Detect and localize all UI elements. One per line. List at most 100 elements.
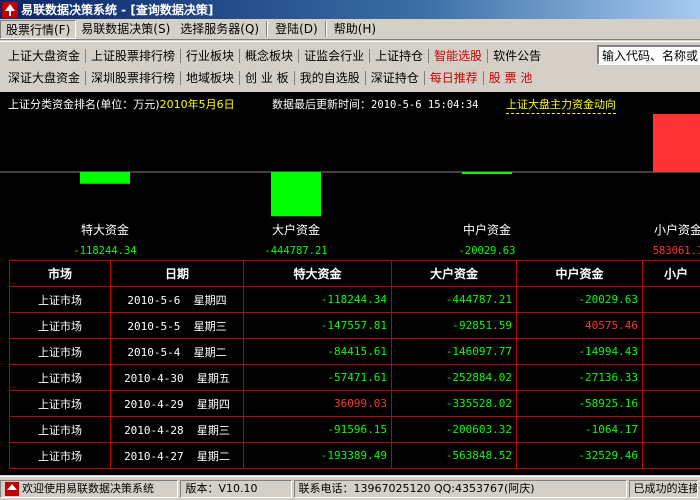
- table-row[interactable]: 上证市场 2010-5-5 星期三 -147557.81 -92851.59 40575…: [9, 312, 700, 339]
- toolbar-row1-button-6[interactable]: 智能选股: [430, 46, 486, 66]
- cell-date: 2010-4-28 星期三: [110, 416, 244, 443]
- cell-market: 上证市场: [9, 312, 111, 339]
- cell-value: -147557.81: [243, 312, 392, 339]
- toolbar-row1-button-4[interactable]: 证监会行业: [300, 46, 368, 66]
- menu-data-decision[interactable]: 易联数据决策(S): [76, 20, 175, 39]
- cell-value: -84415.61: [243, 338, 392, 365]
- toolbar-row2-button-3[interactable]: 创 业 板: [241, 68, 293, 88]
- toolbar-separator: [364, 71, 366, 85]
- chart-bar-1: [271, 172, 321, 217]
- table-header: 市场 日期 特大资金 大户资金 中户资金 小户: [9, 260, 700, 287]
- toolbar-row1-button-0[interactable]: 上证大盘资金: [4, 46, 84, 66]
- menu-help[interactable]: 帮助(H): [329, 20, 381, 39]
- chart-bar-0: [80, 172, 130, 184]
- col-date[interactable]: 日期: [110, 260, 244, 287]
- fund-table: 市场 日期 特大资金 大户资金 中户资金 小户 上证市场 2010-5-6 星期四…: [9, 260, 700, 469]
- table-row[interactable]: 上证市场 2010-4-29 星期四 36099.03 -335528.02 -5892…: [9, 390, 700, 417]
- fund-flow-chart: 特大资金 -118244.34 大户资金 -444787.21 中户资金 -20029.6…: [0, 114, 700, 257]
- cell-date: 2010-5-4 星期二: [110, 338, 244, 365]
- toolbar-separator: [85, 49, 87, 63]
- col-market[interactable]: 市场: [9, 260, 111, 287]
- toolbar-row2-button-0[interactable]: 深证大盘资金: [4, 68, 84, 88]
- toolbar-row2-button-4[interactable]: 我的自选股: [296, 68, 364, 88]
- cell-value: [642, 416, 700, 443]
- chart-value-label: -118244.34: [73, 245, 136, 257]
- toolbar-separator: [239, 49, 241, 63]
- cell-value: [642, 364, 700, 391]
- chart-bar-2: [462, 172, 512, 174]
- status-connection: 已成功的连接: [628, 479, 698, 498]
- toolbar-row1-button-3[interactable]: 概念板块: [241, 46, 297, 66]
- table-row[interactable]: 上证市场 2010-4-27 星期二 -193389.49 -563848.52 -32…: [9, 442, 700, 469]
- toolbar: 上证大盘资金 上证股票排行榜 行业板块 概念板块 证监会行业 上证持仓 智能选股 软件公告 深…: [0, 41, 700, 91]
- update-time: 2010-5-6 15:04:34: [371, 99, 479, 111]
- cell-value: -563848.52: [391, 442, 517, 469]
- status-bar: 欢迎使用易联数据决策系统 版本：V10.10 联系电话：13967025120 …: [0, 476, 700, 500]
- cell-market: 上证市场: [9, 390, 111, 417]
- toolbar-separator: [293, 71, 295, 85]
- cell-value: -118244.34: [243, 286, 392, 313]
- cell-date: 2010-5-5 星期三: [110, 312, 244, 339]
- cell-market: 上证市场: [9, 416, 111, 443]
- toolbar-row2-button-1[interactable]: 深圳股票排行榜: [87, 68, 179, 88]
- chart-category-label: 中户资金: [463, 222, 511, 237]
- cell-market: 上证市场: [9, 442, 111, 469]
- table-row[interactable]: 上证市场 2010-5-4 星期二 -84415.61 -146097.77 -1499…: [9, 338, 700, 365]
- cell-value: [642, 338, 700, 365]
- toolbar-row-1: 上证大盘资金 上证股票排行榜 行业板块 概念板块 证监会行业 上证持仓 智能选股 软件公告: [4, 45, 545, 67]
- cell-value: -14994.43: [516, 338, 643, 365]
- cell-market: 上证市场: [9, 286, 111, 313]
- data-panel: 特大资金 -118244.34 大户资金 -444787.21 中户资金 -20029.6…: [0, 92, 700, 475]
- chart-category-label: 特大资金: [81, 222, 129, 237]
- cell-value: -200603.32: [391, 416, 517, 443]
- cell-date: 2010-4-27 星期二: [110, 442, 244, 469]
- toolbar-row2-button-5[interactable]: 深证持仓: [367, 68, 423, 88]
- toolbar-row1-button-1[interactable]: 上证股票排行榜: [87, 46, 179, 66]
- ranking-label: 上证分类资金排名(单位：万元): [8, 98, 160, 111]
- toolbar-row2-button-2[interactable]: 地域板块: [182, 68, 238, 88]
- toolbar-row1-button-5[interactable]: 上证持仓: [371, 46, 427, 66]
- col-large[interactable]: 大户资金: [391, 260, 517, 287]
- main-fund-trend-link[interactable]: 上证大盘主力资金动向: [506, 96, 616, 114]
- menu-select-server[interactable]: 选择服务器(Q): [175, 20, 264, 39]
- menu-stock-quotes[interactable]: 股票行情(F): [0, 19, 77, 39]
- cell-market: 上证市场: [9, 338, 111, 365]
- toolbar-row2-button-6[interactable]: 每日推荐: [426, 68, 482, 88]
- toolbar-separator: [239, 71, 241, 85]
- table-row[interactable]: 上证市场 2010-5-6 星期四 -118244.34 -444787.21 -200…: [9, 286, 700, 313]
- toolbar-row1-button-2[interactable]: 行业板块: [182, 46, 238, 66]
- toolbar-separator: [369, 49, 371, 63]
- col-super-large[interactable]: 特大资金: [243, 260, 392, 287]
- cell-value: -1064.17: [516, 416, 643, 443]
- col-medium[interactable]: 中户资金: [516, 260, 643, 287]
- toolbar-separator: [487, 49, 489, 63]
- cell-value: 36099.03: [243, 390, 392, 417]
- chart-category-label: 大户资金: [272, 222, 320, 237]
- cell-value: [642, 312, 700, 339]
- cell-value: -91596.15: [243, 416, 392, 443]
- toolbar-separator: [85, 71, 87, 85]
- table-row[interactable]: 上证市场 2010-4-30 星期五 -57471.61 -252884.02 -271…: [9, 364, 700, 391]
- status-welcome: 欢迎使用易联数据决策系统: [0, 479, 179, 498]
- cell-value: 40575.46: [516, 312, 643, 339]
- cell-value: [642, 442, 700, 469]
- table-row[interactable]: 上证市场 2010-4-28 星期三 -91596.15 -200603.32 -106…: [9, 416, 700, 443]
- cell-value: -27136.33: [516, 364, 643, 391]
- status-welcome-text: 欢迎使用易联数据决策系统: [22, 481, 154, 495]
- col-small[interactable]: 小户: [642, 260, 700, 287]
- cell-value: [642, 390, 700, 417]
- cell-value: -146097.77: [391, 338, 517, 365]
- cell-value: -58925.16: [516, 390, 643, 417]
- ranking-date: 2010年5月6日: [159, 98, 235, 111]
- toolbar-row1-button-7[interactable]: 软件公告: [489, 46, 545, 66]
- ranking-title: 上证分类资金排名(单位：万元)2010年5月6日: [8, 96, 235, 112]
- chart-value-label: -444787.21: [264, 245, 327, 257]
- update-info: 数据最后更新时间：2010-5-6 15:04:34: [272, 96, 478, 112]
- app-logo-icon: [2, 1, 18, 18]
- menu-login[interactable]: 登陆(D): [270, 20, 323, 39]
- cell-value: -444787.21: [391, 286, 517, 313]
- toolbar-row2-button-7[interactable]: 股 票 池: [485, 68, 537, 88]
- cell-value: -252884.02: [391, 364, 517, 391]
- cell-value: -32529.46: [516, 442, 643, 469]
- stock-search-input[interactable]: [597, 45, 700, 65]
